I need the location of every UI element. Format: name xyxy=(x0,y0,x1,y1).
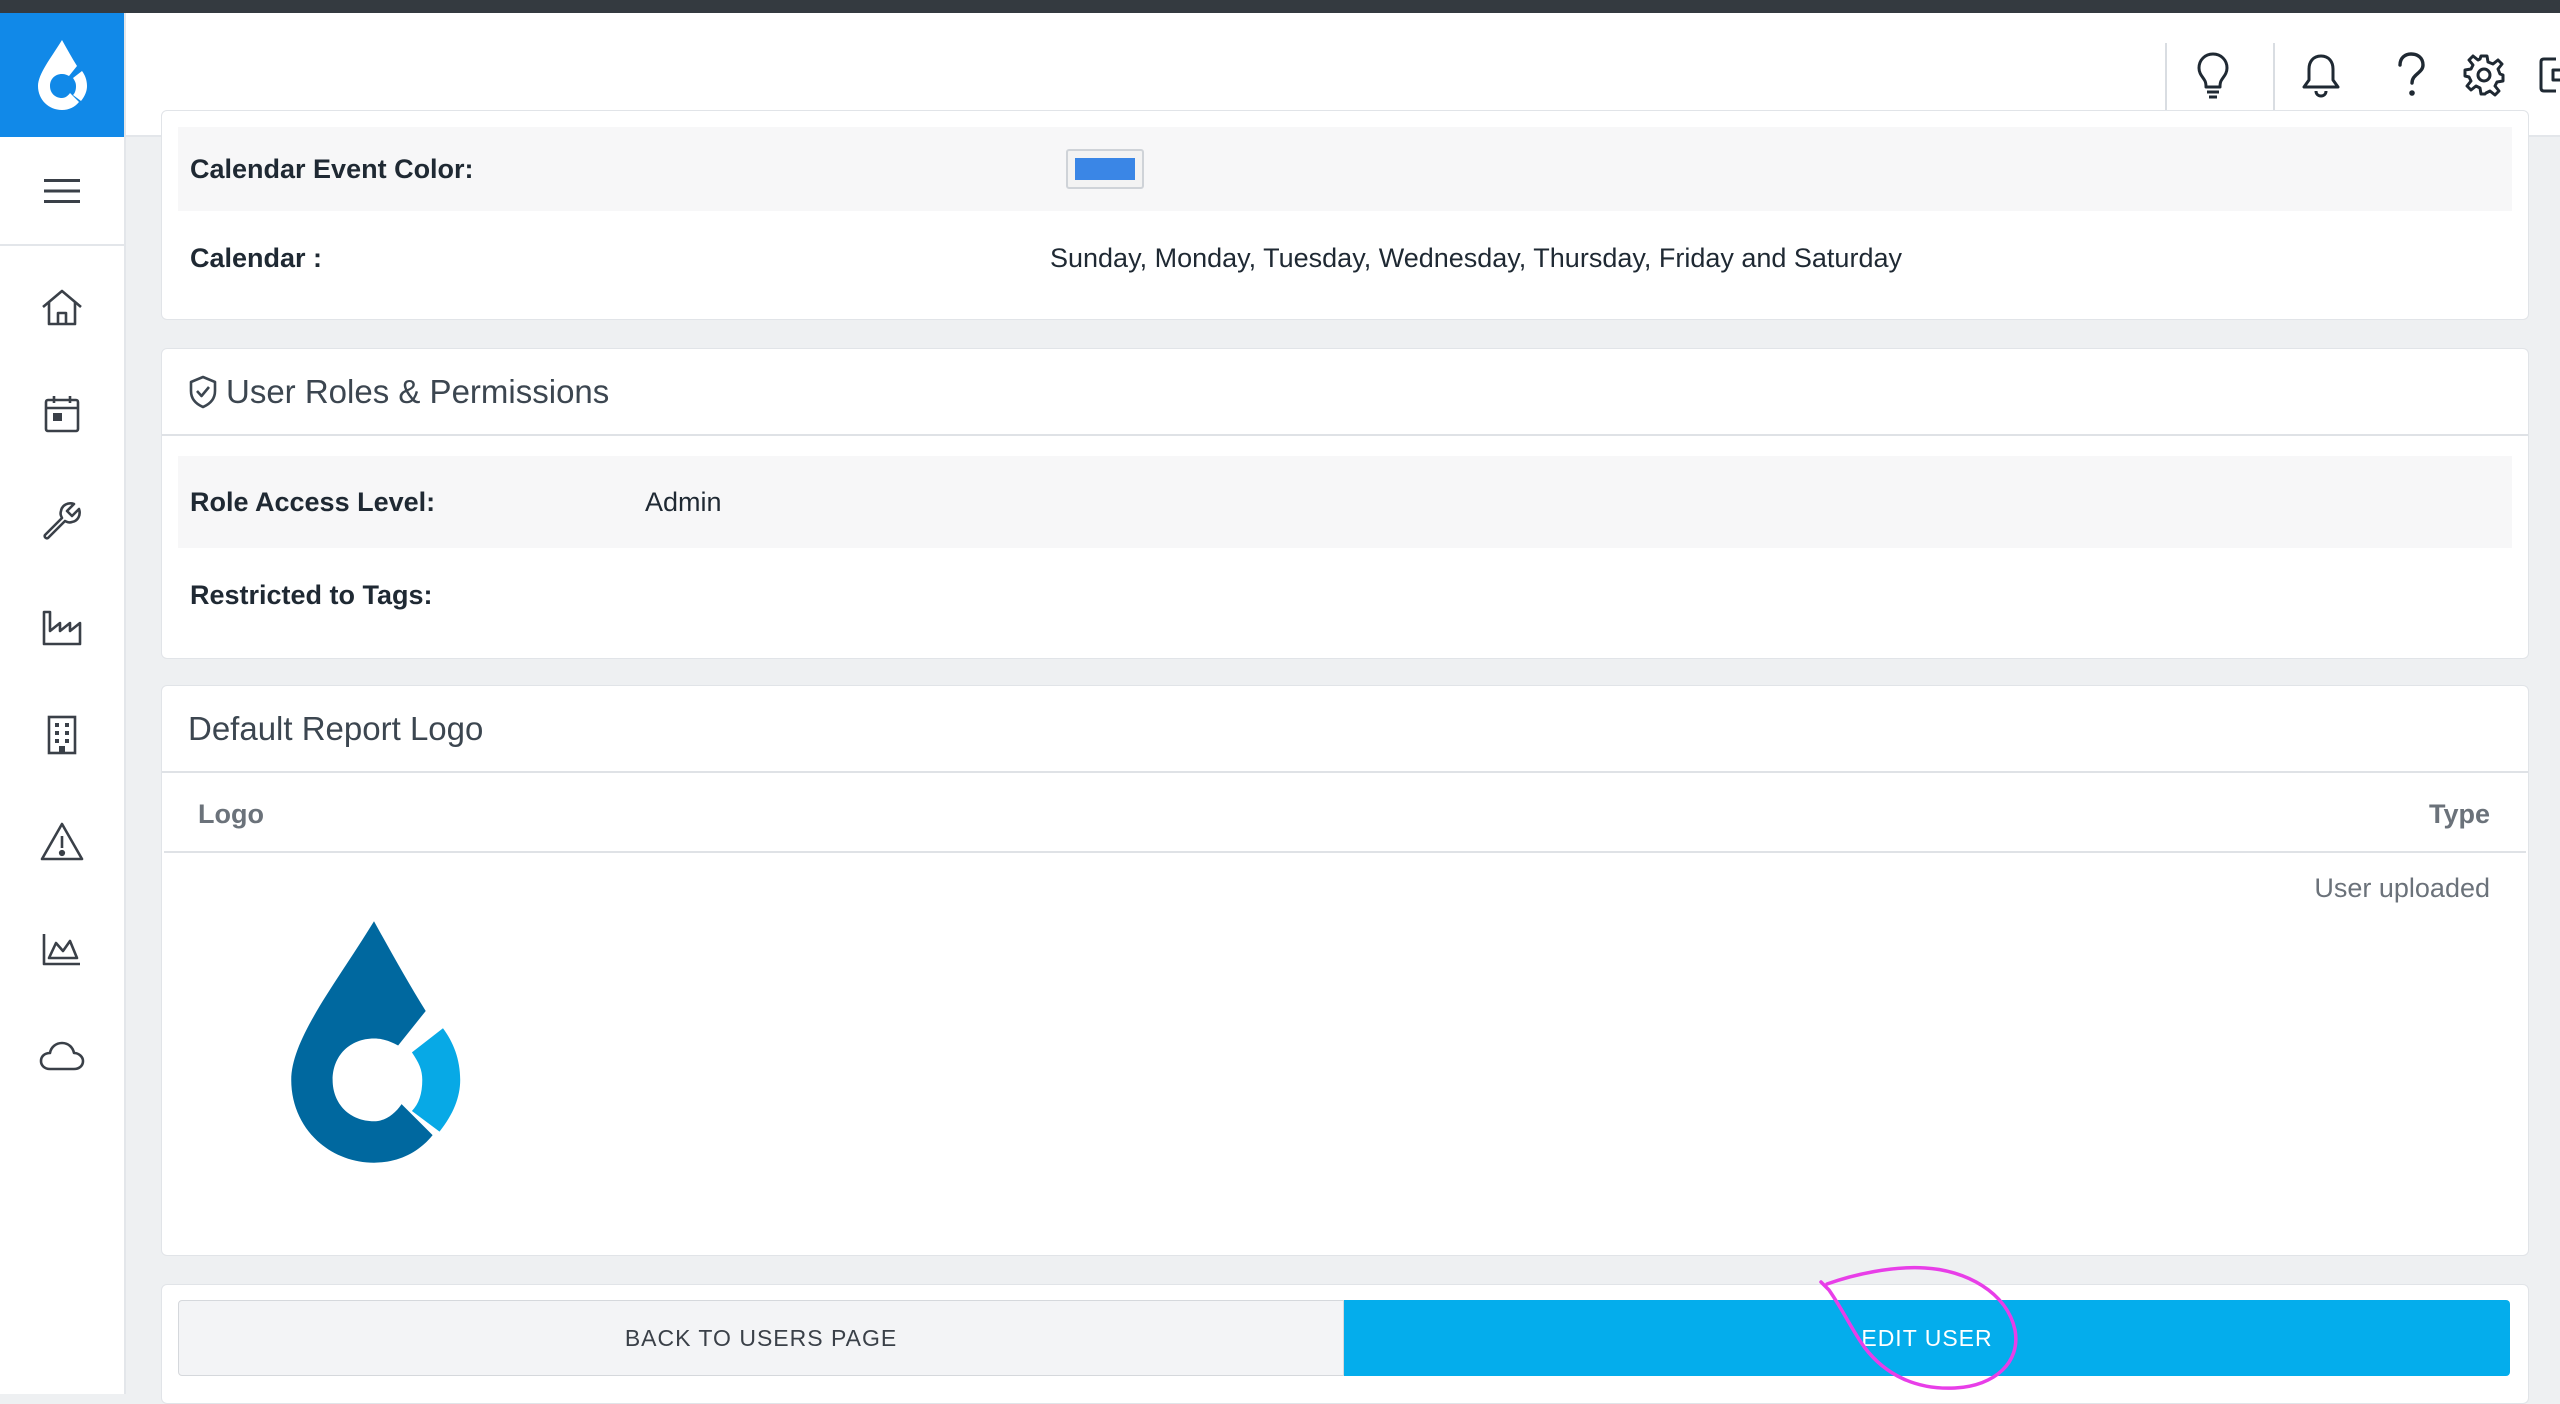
sidebar-item-alerts[interactable] xyxy=(0,788,124,895)
gear-icon xyxy=(2463,54,2505,97)
sidebar-item-facilities[interactable] xyxy=(0,574,124,681)
event-color-swatch xyxy=(1066,149,1144,189)
warning-icon xyxy=(40,822,84,860)
restricted-tags-row: Restricted to Tags: xyxy=(178,548,2512,642)
sidebar-item-cloud[interactable] xyxy=(0,1002,124,1109)
role-access-value: Admin xyxy=(645,486,722,517)
shield-check-icon xyxy=(189,375,217,408)
calendar-event-color-row: Calendar Event Color: xyxy=(178,127,2512,211)
report-logo-card: Default Report Logo Logo Type User uploa… xyxy=(161,685,2529,1256)
company-logo-image xyxy=(291,921,461,1163)
logo-column-header: Logo xyxy=(198,799,264,829)
user-roles-title: User Roles & Permissions xyxy=(226,372,610,410)
factory-icon xyxy=(42,610,82,645)
calendar-settings-card: Calendar Event Color: Calendar : Sunday,… xyxy=(161,110,2529,320)
cloud-icon xyxy=(39,1041,85,1070)
area-chart-icon xyxy=(42,933,80,965)
calendar-event-color-label: Calendar Event Color: xyxy=(190,153,474,184)
calendar-days-row: Calendar : Sunday, Monday, Tuesday, Wedn… xyxy=(178,211,2512,305)
logo-type-value: User uploaded xyxy=(2314,873,2490,903)
calendar-icon xyxy=(44,395,80,432)
role-access-row: Role Access Level: Admin xyxy=(178,456,2512,548)
lightbulb-icon xyxy=(2197,52,2229,99)
browser-top-strip xyxy=(0,0,2560,13)
calendar-days-value: Sunday, Monday, Tuesday, Wednesday, Thur… xyxy=(1050,242,1902,273)
logo-table-header: Logo Type xyxy=(164,775,2526,853)
restricted-tags-label: Restricted to Tags: xyxy=(190,579,433,610)
event-color-fill xyxy=(1075,158,1135,180)
type-column-header: Type xyxy=(2428,799,2490,829)
building-icon xyxy=(47,715,77,754)
sidebar xyxy=(0,13,126,1394)
user-roles-header: User Roles & Permissions xyxy=(162,349,2528,436)
droplet-logo-icon xyxy=(38,40,87,110)
logout-button[interactable] xyxy=(2529,43,2560,107)
hamburger-icon xyxy=(44,178,80,203)
sidebar-nav xyxy=(0,253,124,1109)
sidebar-item-maintenance[interactable] xyxy=(0,467,124,574)
settings-button[interactable] xyxy=(2452,43,2516,107)
sidebar-item-calendar[interactable] xyxy=(0,360,124,467)
form-actions: BACK TO USERS PAGE EDIT USER xyxy=(161,1284,2529,1404)
user-roles-card: User Roles & Permissions Role Access Lev… xyxy=(161,348,2529,659)
ideas-button[interactable] xyxy=(2181,43,2245,107)
role-access-label: Role Access Level: xyxy=(190,486,436,517)
sidebar-item-analytics[interactable] xyxy=(0,895,124,1002)
back-to-users-button[interactable]: BACK TO USERS PAGE xyxy=(178,1300,1344,1376)
sidebar-item-home[interactable] xyxy=(0,253,124,360)
question-icon xyxy=(2398,52,2425,96)
sidebar-item-buildings[interactable] xyxy=(0,681,124,788)
table-row: User uploaded xyxy=(164,855,2526,1253)
report-logo-title: Default Report Logo xyxy=(188,709,484,747)
calendar-label: Calendar : xyxy=(190,242,323,273)
notifications-button[interactable] xyxy=(2289,43,2353,107)
logout-icon xyxy=(2539,57,2560,93)
wrench-icon xyxy=(43,501,81,540)
brand-logo[interactable] xyxy=(0,13,124,137)
edit-user-button[interactable]: EDIT USER xyxy=(1344,1300,2510,1376)
menu-toggle-button[interactable] xyxy=(0,137,124,246)
help-button[interactable] xyxy=(2379,43,2443,107)
report-logo-header: Default Report Logo xyxy=(162,686,2528,773)
bell-icon xyxy=(2302,54,2340,98)
home-icon xyxy=(42,289,82,325)
